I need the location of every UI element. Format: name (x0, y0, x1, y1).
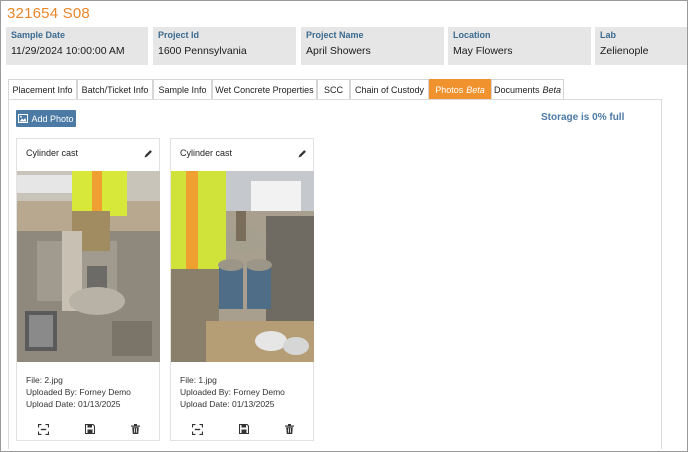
pencil-icon[interactable] (298, 149, 307, 158)
image-icon (18, 114, 29, 123)
tab-photos[interactable]: Photos Beta (429, 79, 491, 100)
tab-label: Placement Info (12, 85, 73, 95)
photo-caption: Cylinder cast (26, 148, 79, 158)
tab-label: SCC (323, 85, 343, 95)
info-label: Project Name (306, 30, 364, 40)
info-value: April Showers (306, 45, 371, 57)
beta-badge: Beta (466, 85, 485, 95)
expand-icon[interactable] (38, 424, 49, 435)
info-location: Location May Flowers (448, 27, 591, 65)
photo-meta: File: 2.jpg Uploaded By: Forney Demo Upl… (26, 374, 131, 410)
trash-icon[interactable] (131, 424, 140, 434)
add-photo-button[interactable]: Add Photo (16, 110, 76, 127)
info-project-id: Project Id 1600 Pennsylvania (153, 27, 296, 65)
photo-file-name: File: 1.jpg (180, 375, 217, 385)
beta-badge: Beta (542, 85, 562, 95)
tab-chain-of-custody[interactable]: Chain of Custody (350, 79, 429, 100)
info-value: May Flowers (453, 45, 513, 57)
info-label: Lab (600, 30, 617, 40)
tab-wet-concrete-properties[interactable]: Wet Concrete Properties (212, 79, 317, 100)
storage-status: Storage is 0% full (541, 112, 625, 123)
photo-file-name: File: 2.jpg (26, 375, 63, 385)
photo-thumbnail[interactable] (17, 171, 160, 362)
tab-label: Batch/Ticket Info (81, 85, 149, 95)
info-project-name: Project Name April Showers (301, 27, 444, 65)
floppy-disk-icon[interactable] (239, 424, 249, 434)
photo-actions (171, 424, 314, 436)
photo-meta: File: 1.jpg Uploaded By: Forney Demo Upl… (180, 374, 285, 410)
tab-placement-info[interactable]: Placement Info (8, 79, 77, 100)
tab-scc[interactable]: SCC (317, 79, 350, 100)
info-label: Project Id (158, 30, 200, 40)
photo-upload-date: Upload Date: 01/13/2025 (180, 399, 275, 409)
tab-label: Wet Concrete Properties (215, 85, 314, 95)
tab-label: Sample Info (158, 85, 207, 95)
photo-caption: Cylinder cast (180, 148, 233, 158)
tab-documents[interactable]: Documents Beta (491, 79, 564, 100)
photo-thumbnail[interactable] (171, 171, 314, 362)
info-value: 1600 Pennsylvania (158, 45, 247, 57)
page-title: 321654 S08 (7, 5, 90, 22)
info-label: Sample Date (11, 30, 66, 40)
tab-sample-info[interactable]: Sample Info (153, 79, 212, 100)
info-lab: Lab Zelienople (595, 27, 687, 65)
info-value: 11/29/2024 10:00:00 AM (11, 45, 125, 57)
photo-card: Cylinder cast File: 1.jpg Uploaded By: F… (170, 138, 314, 441)
add-photo-label: Add Photo (31, 113, 74, 124)
info-value: Zelienople (600, 45, 649, 57)
tab-label: Photos (435, 85, 464, 95)
trash-icon[interactable] (285, 424, 294, 434)
photo-card: Cylinder cast File: 2.jpg Uploaded By: F… (16, 138, 160, 441)
pencil-icon[interactable] (144, 149, 153, 158)
tab-label: Documents (493, 85, 540, 95)
photo-upload-date: Upload Date: 01/13/2025 (26, 399, 121, 409)
photo-actions (17, 424, 160, 436)
tab-batch-ticket-info[interactable]: Batch/Ticket Info (77, 79, 153, 100)
floppy-disk-icon[interactable] (85, 424, 95, 434)
photo-uploaded-by: Uploaded By: Forney Demo (180, 387, 285, 397)
info-label: Location (453, 30, 491, 40)
expand-icon[interactable] (192, 424, 203, 435)
photo-uploaded-by: Uploaded By: Forney Demo (26, 387, 131, 397)
tab-label: Chain of Custody (354, 85, 425, 95)
info-sample-date: Sample Date 11/29/2024 10:00:00 AM (6, 27, 148, 65)
